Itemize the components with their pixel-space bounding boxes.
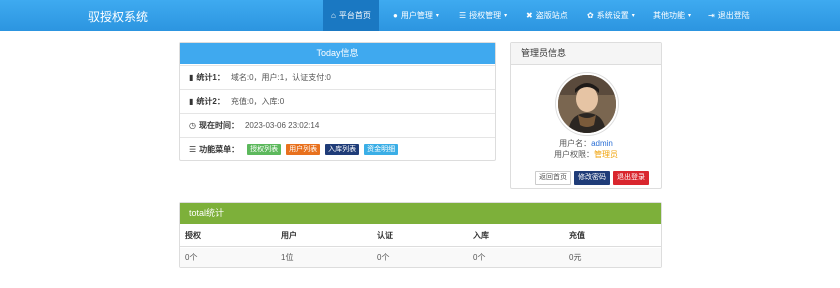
time-row: ◷ 现在时间： 2023-03-06 23:02:14	[180, 113, 495, 136]
nav-other-label: 其他功能	[653, 11, 685, 20]
nav-user-label: 用户管理	[400, 11, 433, 20]
user-list-button[interactable]: 用户列表	[286, 143, 321, 155]
admin-actions: 返回首页 修改密码 退出登录	[535, 171, 649, 185]
avatar-image	[558, 75, 616, 133]
list-icon: ☰	[459, 10, 467, 20]
nav-home-label: 平台首页	[338, 11, 371, 20]
chevron-down-icon: ▾	[688, 13, 692, 19]
today-panel-title: Today信息	[180, 43, 495, 64]
top-navbar: 驭授权系统 ⌂ 平台首页 ● 用户管理 ▾ ☰ 授权管理 ▾ ✖ 盗版站点 ✿ …	[0, 0, 840, 31]
permission-value: 管理员	[594, 150, 618, 159]
logout-button[interactable]: 退出登录	[613, 171, 649, 185]
admin-panel-title: 管理员信息	[511, 43, 661, 65]
home-icon: ⌂	[331, 10, 336, 20]
total-panel-title: total统计	[180, 203, 661, 224]
table-cell: 0元	[569, 253, 582, 262]
user-icon: ●	[393, 10, 398, 20]
table-cell: 0个	[473, 253, 486, 262]
change-password-button[interactable]: 修改密码	[574, 171, 610, 185]
stat2-label: 统计2：	[196, 96, 225, 106]
stat1-row: ▮ 统计1： 域名:0，用户:1，认证支付:0	[180, 65, 495, 88]
avatar	[556, 73, 618, 135]
table-row: 0个 1位 0个 0个 0元	[180, 248, 661, 267]
table-cell: 1位	[281, 253, 294, 262]
table-header-cell: 用户	[281, 231, 297, 240]
nav-home[interactable]: ⌂ 平台首页	[323, 0, 379, 31]
chevron-down-icon: ▾	[631, 13, 635, 19]
table-header-row: 授权 用户 认证 入库 充值	[180, 226, 661, 247]
logout-icon: ⇥	[708, 10, 715, 20]
permission-label: 用户权限：	[554, 150, 594, 159]
stat2-value: 充值:0，入库:0	[230, 96, 285, 106]
gear-icon: ✿	[587, 10, 594, 20]
bar-chart-icon: ▮	[189, 72, 194, 82]
menu-row: ☰ 功能菜单： 授权列表 用户列表 入库列表 资金明细	[180, 137, 495, 160]
nav-auth-management[interactable]: ☰ 授权管理 ▾	[459, 0, 507, 31]
menu-label: 功能菜单：	[199, 144, 240, 154]
total-stats-panel: total统计 授权 用户 认证 入库 充值 0个 1位 0个 0个 0元	[179, 202, 662, 268]
list-icon: ☰	[189, 144, 197, 154]
nav-pirate-sites[interactable]: ✖ 盗版站点	[526, 0, 568, 31]
table-header-cell: 认证	[377, 231, 393, 240]
username-label: 用户名：	[559, 139, 592, 148]
back-home-button[interactable]: 返回首页	[535, 171, 571, 185]
close-icon: ✖	[526, 10, 533, 20]
auth-list-button[interactable]: 授权列表	[247, 143, 282, 155]
today-panel: Today信息 ▮ 统计1： 域名:0，用户:1，认证支付:0 ▮ 统计2： 充…	[179, 42, 496, 161]
nav-settings-label: 系统设置	[596, 11, 629, 20]
storage-list-button[interactable]: 入库列表	[325, 143, 360, 155]
brand-title[interactable]: 驭授权系统	[88, 8, 148, 25]
chevron-down-icon: ▾	[435, 13, 439, 19]
stat1-label: 统计1：	[196, 72, 225, 82]
stat2-row: ▮ 统计2： 充值:0，入库:0	[180, 89, 495, 112]
table-cell: 0个	[185, 253, 198, 262]
nav-logout[interactable]: ⇥ 退出登陆	[708, 0, 750, 31]
table-header-cell: 充值	[569, 231, 585, 240]
time-label: 现在时间：	[198, 120, 239, 130]
table-cell: 0个	[377, 253, 390, 262]
permission-line: 用户权限：管理员	[511, 149, 661, 160]
username-value: admin	[591, 139, 613, 148]
chevron-down-icon: ▾	[504, 13, 508, 19]
nav-pirate-label: 盗版站点	[535, 11, 568, 20]
funds-detail-button[interactable]: 资金明细	[364, 143, 399, 155]
nav-other-functions[interactable]: 其他功能 ▾	[653, 0, 691, 31]
nav-logout-label: 退出登陆	[717, 11, 750, 20]
table-header-cell: 入库	[473, 231, 489, 240]
nav-auth-label: 授权管理	[469, 11, 502, 20]
nav-system-settings[interactable]: ✿ 系统设置 ▾	[587, 0, 635, 31]
time-value: 2023-03-06 23:02:14	[244, 120, 320, 130]
stat1-value: 域名:0，用户:1，认证支付:0	[230, 72, 331, 82]
nav-user-management[interactable]: ● 用户管理 ▾	[393, 0, 439, 31]
username-line: 用户名：admin	[511, 138, 661, 149]
bar-chart-icon: ▮	[189, 96, 194, 106]
table-header-cell: 授权	[185, 231, 201, 240]
admin-info-panel: 管理员信息 用户名：admin 用户权限：管理员 返回首页 修改密码 退出登录	[510, 42, 662, 189]
clock-icon: ◷	[189, 120, 196, 130]
